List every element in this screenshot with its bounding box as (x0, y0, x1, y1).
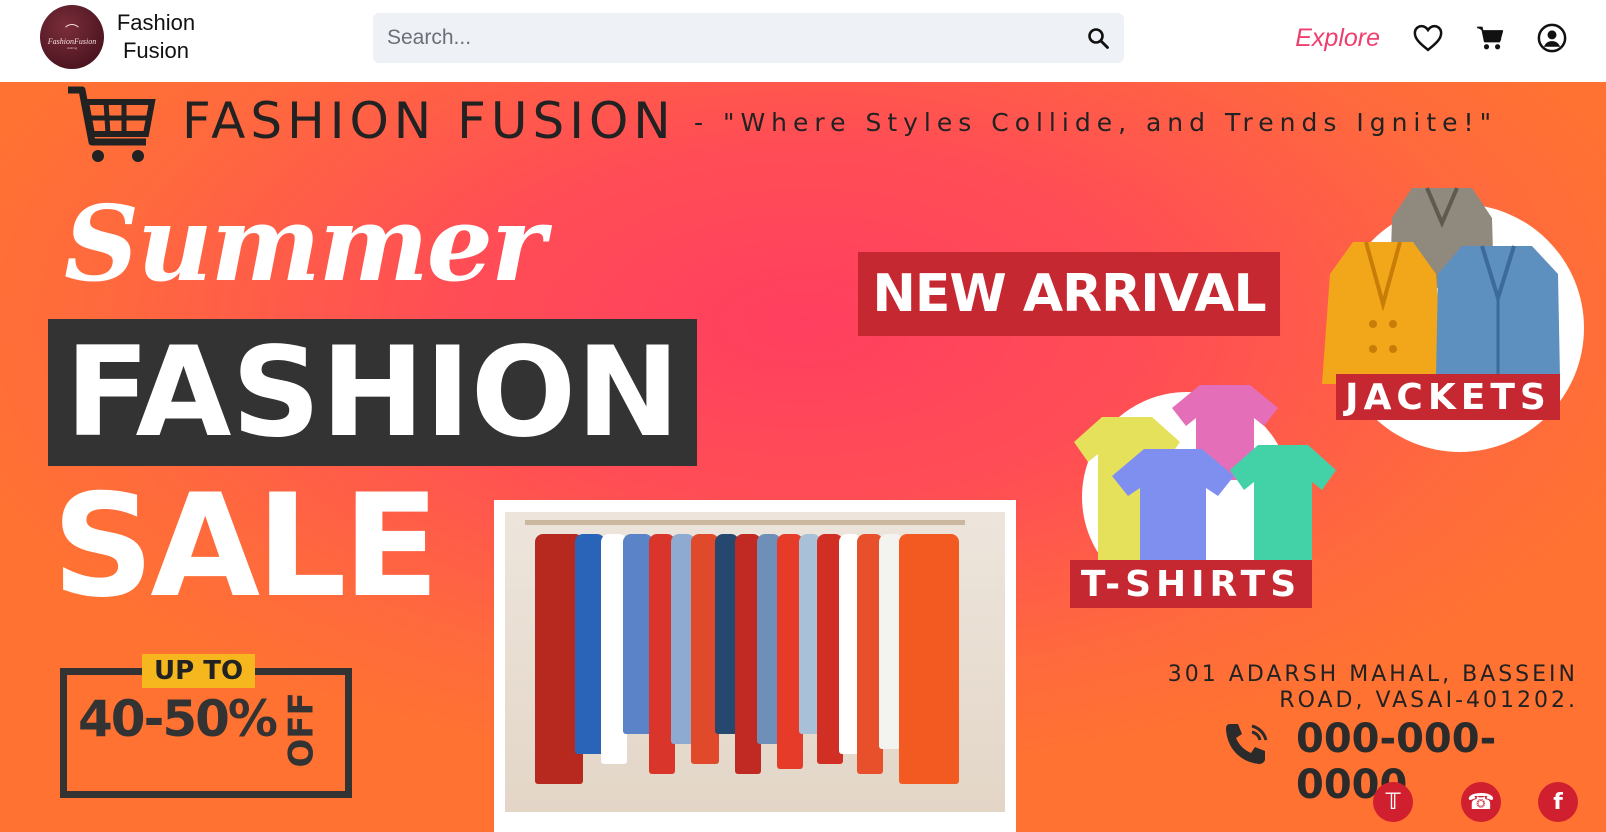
jackets-label-box: JACKETS (1336, 374, 1560, 420)
clothing-rack-image (505, 512, 1005, 812)
twitter-icon: 𝕋 (1385, 789, 1401, 815)
brand-logo: ⌒ FashionFusion clothing (40, 5, 104, 69)
summer-heading: Summer (64, 182, 546, 305)
wishlist-button[interactable] (1410, 20, 1446, 56)
mint-tshirt-image (1230, 445, 1336, 570)
account-button[interactable] (1534, 20, 1570, 56)
facebook-icon: f (1553, 789, 1563, 815)
whatsapp-icon: ☎ (1467, 789, 1495, 815)
off-label: OFF (281, 692, 322, 768)
clothing-rack-photo (494, 500, 1016, 832)
search-bar (373, 13, 1124, 63)
search-icon (1088, 28, 1109, 49)
address-line-1: 301 ADARSH MAHAL, BASSEIN (1167, 662, 1578, 687)
navbar: ⌒ FashionFusion clothing Fashion Fusion … (0, 0, 1606, 82)
brand-name: Fashion Fusion (116, 9, 196, 65)
sale-heading: SALE (52, 464, 440, 629)
explore-link[interactable]: Explore (1295, 24, 1380, 53)
off-label-wrap: OFF (282, 690, 326, 770)
whatsapp-link[interactable]: ☎ (1461, 782, 1501, 822)
store-address: 301 ADARSH MAHAL, BASSEIN ROAD, VASAI-40… (1168, 662, 1578, 714)
cart-button[interactable] (1472, 20, 1508, 56)
yellow-jacket-image (1322, 241, 1444, 384)
brand-name-line1: Fashion (116, 10, 196, 35)
search-button[interactable] (1072, 13, 1124, 63)
logo-text: FashionFusion (47, 36, 97, 46)
denim-jacket-image (1436, 245, 1560, 378)
logo-sub: clothing (66, 45, 78, 50)
twitter-link[interactable]: 𝕋 (1373, 782, 1413, 822)
tshirts-label-box: T-SHIRTS (1070, 560, 1312, 608)
new-arrival-badge: NEW ARRIVAL (858, 252, 1280, 336)
nav-actions: Explore (1295, 18, 1570, 58)
up-to-label: UP TO (142, 654, 256, 688)
fashion-box: FASHION (48, 319, 697, 466)
banner-title: FASHION FUSION (182, 92, 676, 150)
tshirts-label: T-SHIRTS (1080, 563, 1302, 605)
fashion-heading: FASHION (65, 320, 680, 465)
garment (899, 534, 959, 784)
hanger-icon: ⌒ (65, 22, 79, 39)
hero-banner[interactable]: FASHION FUSION - "Where Styles Collide, … (0, 82, 1606, 832)
jackets-label: JACKETS (1345, 376, 1551, 418)
rack-rail (525, 520, 965, 525)
cart-icon (1477, 26, 1504, 50)
user-circle-icon (1537, 23, 1567, 53)
address-line-2: ROAD, VASAI-401202. (1279, 688, 1578, 713)
facebook-link[interactable]: f (1538, 782, 1578, 822)
brand-name-line2: Fusion (122, 38, 190, 63)
phone-icon (1226, 724, 1268, 764)
new-arrival-label: NEW ARRIVAL (872, 264, 1266, 324)
search-input[interactable] (373, 13, 1072, 63)
brand-link[interactable]: ⌒ FashionFusion clothing Fashion Fusion (40, 5, 196, 69)
heart-icon (1413, 24, 1443, 52)
banner-tagline: - "Where Styles Collide, and Trends Igni… (694, 108, 1498, 137)
shopping-cart-icon (68, 86, 156, 162)
discount-percent: 40-50% (78, 690, 278, 748)
blue-tshirt-image (1112, 449, 1234, 574)
